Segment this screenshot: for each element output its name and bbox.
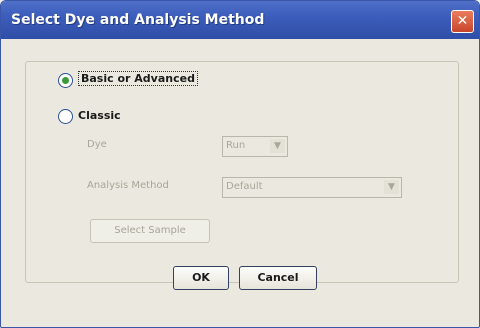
analysis-method-value: Default [226, 181, 263, 192]
classic-radio[interactable] [58, 109, 73, 124]
analysis-method-dropdown[interactable]: Default ▼ [222, 177, 402, 198]
dialog-window: Select Dye and Analysis Method ✕ Basic o… [0, 0, 480, 328]
radio-selected-dot [62, 77, 69, 84]
method-group: Basic or Advanced Classic Dye Run ▼ Anal… [25, 61, 459, 283]
dialog-title: Select Dye and Analysis Method [11, 12, 265, 28]
dye-value: Run [226, 140, 246, 151]
chevron-down-icon: ▼ [384, 180, 399, 194]
basic-advanced-label[interactable]: Basic or Advanced [78, 71, 198, 86]
classic-label[interactable]: Classic [78, 109, 121, 122]
dialog-body: Basic or Advanced Classic Dye Run ▼ Anal… [7, 39, 473, 321]
close-button[interactable]: ✕ [451, 10, 474, 33]
dye-dropdown[interactable]: Run ▼ [222, 136, 288, 157]
cancel-button[interactable]: Cancel [239, 266, 317, 290]
ok-button[interactable]: OK [173, 266, 229, 290]
focus-indicator: Basic or Advanced [78, 71, 198, 86]
close-icon: ✕ [456, 13, 469, 29]
title-bar[interactable]: Select Dye and Analysis Method ✕ [1, 1, 479, 39]
basic-advanced-radio[interactable] [58, 73, 73, 88]
dye-label: Dye [87, 139, 107, 150]
chevron-down-icon: ▼ [270, 139, 285, 153]
select-sample-button[interactable]: Select Sample [90, 219, 210, 243]
analysis-method-label: Analysis Method [87, 180, 169, 191]
